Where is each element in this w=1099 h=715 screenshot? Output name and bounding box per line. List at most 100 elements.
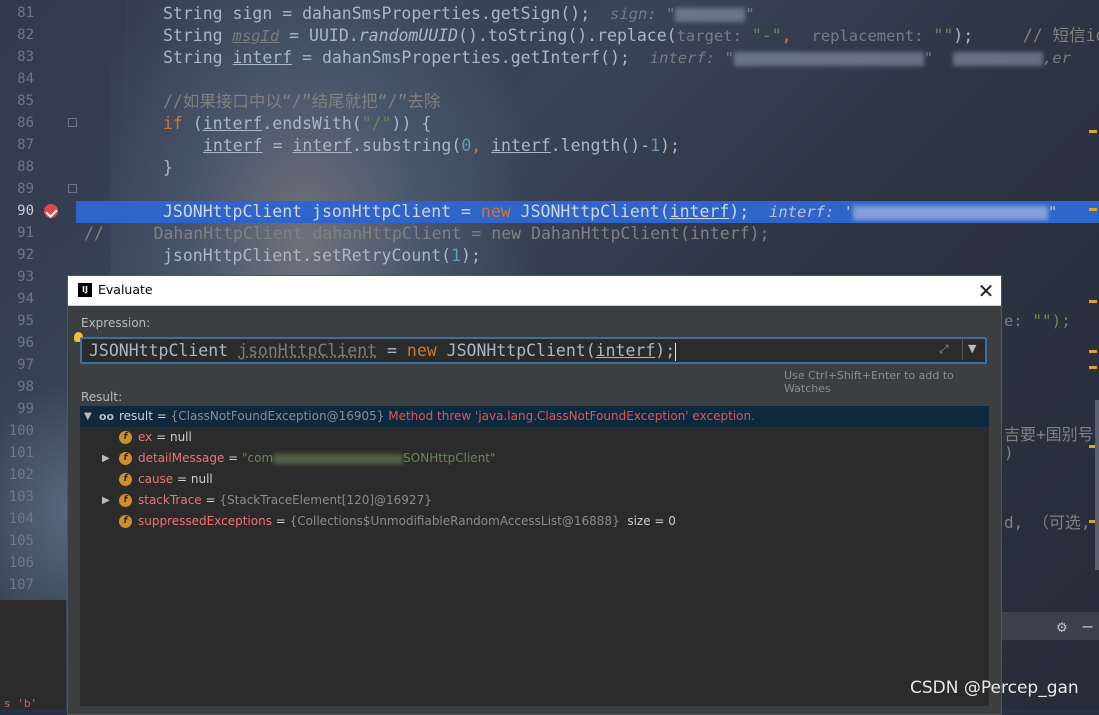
code-text: );	[953, 26, 974, 45]
redacted-value	[675, 7, 746, 22]
line-number: 83	[17, 49, 34, 65]
evaluate-dialog: IJ Evaluate ✕ Expression: JSONHttpClient…	[67, 275, 1002, 715]
code-number: 1	[650, 136, 661, 155]
line-number: 101	[8, 445, 34, 461]
code-method: randomUUID	[358, 26, 459, 45]
expand-icon[interactable]: ⤢	[939, 342, 949, 357]
redacted-value	[733, 51, 924, 66]
field-icon: f	[119, 515, 132, 528]
field-entry: cause = null	[138, 469, 213, 490]
field-icon: f	[119, 473, 132, 486]
line-number: 86	[17, 115, 34, 131]
line-number: 105	[8, 533, 34, 549]
code-var: interf	[203, 136, 263, 155]
redacted-value	[953, 51, 1044, 66]
expression-label: Expression:	[81, 316, 151, 330]
editor-scrollbar[interactable]	[1095, 400, 1099, 570]
code-line-81: String sign = dahanSmsProperties.getSign…	[163, 3, 755, 25]
tree-row-stackTrace[interactable]: ▶ f stackTrace = {StackTraceElement[120]…	[80, 490, 989, 511]
inline-hint: e:	[1004, 312, 1023, 330]
scrollbar-marker[interactable]	[1089, 130, 1097, 133]
line-number: 100	[8, 423, 34, 439]
text-caret	[675, 342, 677, 361]
inline-hint: "	[923, 49, 934, 67]
result-tree[interactable]: ▼ oo result = {ClassNotFoundException@16…	[80, 406, 989, 706]
scrollbar-marker[interactable]	[1089, 208, 1097, 211]
code-var: interf	[232, 48, 293, 67]
code-line-83: String interf = dahanSmsProperties.getIn…	[163, 47, 1071, 69]
code-text: ,	[471, 136, 492, 155]
line-number: 93	[17, 269, 34, 285]
field-value: "com	[242, 451, 274, 465]
inline-hint: ,er	[1043, 49, 1072, 67]
code-string: ""	[933, 26, 954, 45]
field-eq: =	[173, 472, 191, 486]
line-number-gutter[interactable]: 81 82 83 84 85 86 87 88 89 90 91 92 93 9…	[0, 0, 76, 600]
expr-arg: interf	[595, 341, 656, 360]
field-name: stackTrace	[138, 493, 202, 507]
code-text: String	[163, 48, 233, 67]
line-number: 96	[17, 335, 34, 351]
field-extra: size = 0	[627, 514, 676, 528]
inline-hint: "	[1048, 203, 1058, 221]
tree-row-cause[interactable]: f cause = null	[80, 469, 989, 490]
inline-hint: "	[745, 5, 755, 23]
expression-code[interactable]: JSONHttpClient jsonHttpClient = new JSON…	[89, 341, 677, 361]
chevron-right-icon[interactable]: ▶	[102, 490, 110, 511]
code-var: interf	[292, 136, 353, 155]
tree-row-suppressedExceptions[interactable]: f suppressedExceptions = {Collections$Un…	[80, 511, 989, 532]
line-number: 81	[17, 5, 34, 21]
field-entry: detailMessage = "com SONHttpClient"	[138, 448, 496, 469]
code-text: ,	[781, 26, 792, 45]
expr-var: jsonHttpClient	[238, 341, 378, 360]
line-number: 82	[17, 27, 34, 43]
line-number: 106	[8, 555, 34, 571]
line-number: 88	[17, 159, 34, 175]
watch-glasses-icon: oo	[99, 410, 115, 423]
tree-row-ex[interactable]: f ex = null	[80, 427, 989, 448]
inline-hint: interf: "	[649, 49, 734, 67]
fold-marker-icon[interactable]	[68, 118, 77, 127]
close-icon[interactable]: ✕	[973, 278, 999, 304]
code-text: JSONHttpClient jsonHttpClient =	[163, 202, 481, 221]
field-value: {StackTraceElement[120]@16927}	[219, 493, 432, 507]
field-eq: =	[201, 493, 220, 507]
watches-hint: Use Ctrl+Shift+Enter to add to Watches	[784, 369, 954, 395]
scrollbar-marker[interactable]	[1089, 366, 1097, 369]
code-var: interf	[491, 136, 551, 155]
line-number: 85	[17, 93, 34, 109]
minimize-icon[interactable]: −	[1081, 617, 1094, 636]
chevron-right-icon[interactable]: ▶	[102, 448, 110, 469]
expr-keyword: new	[406, 341, 437, 360]
bottom-left-text: s 'b'	[4, 697, 38, 710]
gear-icon[interactable]: ⚙	[1057, 617, 1067, 636]
field-value: null	[169, 430, 192, 444]
line-number: 107	[8, 577, 34, 593]
code-text: );	[660, 136, 680, 155]
code-line-92: jsonHttpClient.setRetryCount(1);	[163, 245, 481, 267]
line-number: 102	[8, 467, 34, 483]
line-number: 95	[17, 313, 34, 329]
chevron-down-icon[interactable]: ▼	[84, 406, 92, 427]
result-label: Result:	[81, 390, 123, 404]
code-comment: // 短信id,	[1022, 26, 1099, 45]
tree-row-detailMessage[interactable]: ▶ f detailMessage = "com SONHttpClient"	[80, 448, 989, 469]
field-icon: f	[119, 494, 132, 507]
chevron-down-icon[interactable]: ▼	[968, 342, 976, 355]
field-value: null	[190, 472, 213, 486]
line-number: 98	[17, 379, 34, 395]
scrollbar-marker[interactable]	[1089, 300, 1097, 303]
expression-input[interactable]: JSONHttpClient jsonHttpClient = new JSON…	[80, 337, 987, 364]
breakpoint-icon[interactable]	[44, 204, 58, 218]
fold-marker-icon[interactable]	[68, 184, 77, 193]
dialog-titlebar[interactable]: IJ Evaluate ✕	[68, 276, 1001, 306]
field-entry: stackTrace = {StackTraceElement[120]@169…	[138, 490, 432, 511]
scrollbar-marker[interactable]	[1089, 350, 1097, 353]
code-text: }	[163, 158, 173, 177]
inline-hint: interf: '	[769, 203, 854, 221]
field-value: SONHttpClient"	[403, 451, 496, 465]
code-var: msgId	[232, 27, 280, 45]
field-icon: f	[119, 452, 132, 465]
line-number: 84	[17, 71, 34, 87]
result-row[interactable]: ▼ oo result = {ClassNotFoundException@16…	[80, 406, 989, 427]
